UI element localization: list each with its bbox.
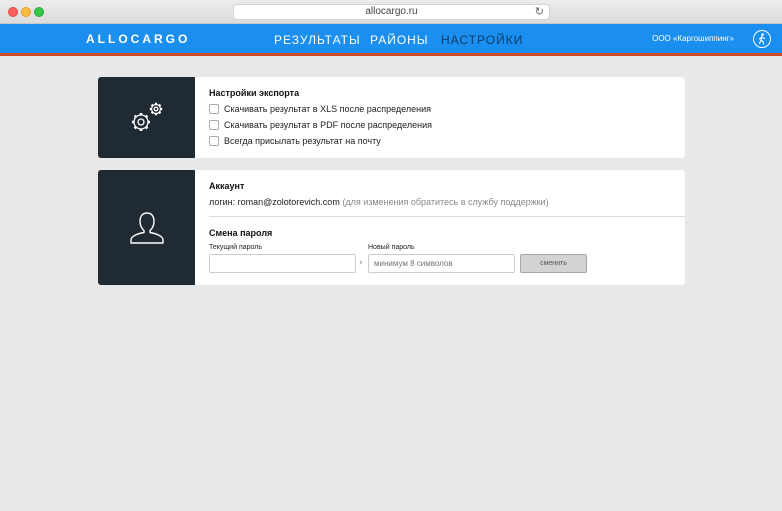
address-bar-url: allocargo.ru xyxy=(365,6,418,17)
current-password-label: Текущий пароль xyxy=(209,244,262,251)
top-navigation: ALLOCARGO РЕЗУЛЬТАТЫ РАЙОНЫ НАСТРОЙКИ ОО… xyxy=(0,24,782,56)
account-title: Аккаунт xyxy=(209,181,245,191)
option-pdf-checkbox[interactable] xyxy=(209,120,219,130)
section-divider xyxy=(209,216,685,217)
account-card: Аккаунт логин: roman@zolotorevich.com (д… xyxy=(98,170,685,285)
reload-icon[interactable]: ↻ xyxy=(535,5,544,18)
option-xls-label: Скачивать результат в XLS после распреде… xyxy=(224,104,431,114)
minimize-window-button[interactable] xyxy=(21,7,31,17)
company-name[interactable]: ООО «Каргошиппинг» xyxy=(652,34,734,43)
change-password-button[interactable]: сменить xyxy=(520,254,587,273)
export-settings-icon-panel xyxy=(98,77,195,158)
option-email-checkbox[interactable] xyxy=(209,136,219,146)
nav-item-settings[interactable]: НАСТРОЙКИ xyxy=(441,33,523,47)
export-settings-card: Настройки экспорта Скачивать результат в… xyxy=(98,77,685,158)
browser-toolbar: allocargo.ru ↻ xyxy=(0,0,782,24)
login-value: roman@zolotorevich.com xyxy=(237,197,340,207)
nav-item-results[interactable]: РЕЗУЛЬТАТЫ xyxy=(274,33,361,47)
login-note: (для изменения обратитесь в службу подде… xyxy=(339,197,549,207)
user-icon xyxy=(129,211,164,244)
app-logo[interactable]: ALLOCARGO xyxy=(86,32,190,46)
account-content: Аккаунт логин: roman@zolotorevich.com (д… xyxy=(209,170,685,285)
new-password-label: Новый пароль xyxy=(368,244,415,251)
logout-walking-person-icon[interactable] xyxy=(753,30,771,48)
option-pdf-label: Скачивать результат в PDF после распреде… xyxy=(224,120,432,130)
login-prefix: логин: xyxy=(209,197,238,207)
change-password-title: Смена пароля xyxy=(209,228,273,238)
option-pdf[interactable]: Скачивать результат в PDF после распреде… xyxy=(209,117,432,133)
option-email-label: Всегда присылать результат на почту xyxy=(224,136,381,146)
address-bar[interactable]: allocargo.ru ↻ xyxy=(233,4,550,20)
close-window-button[interactable] xyxy=(8,7,18,17)
option-xls[interactable]: Скачивать результат в XLS после распреде… xyxy=(209,101,432,117)
option-xls-checkbox[interactable] xyxy=(209,104,219,114)
nav-item-districts[interactable]: РАЙОНЫ xyxy=(370,33,428,47)
new-password-input[interactable] xyxy=(368,254,515,273)
login-info: логин: roman@zolotorevich.com (для измен… xyxy=(209,197,549,207)
option-email[interactable]: Всегда присылать результат на почту xyxy=(209,133,432,149)
account-icon-panel xyxy=(98,170,195,285)
export-settings-title: Настройки экспорта xyxy=(209,88,300,98)
zoom-window-button[interactable] xyxy=(34,7,44,17)
export-options-list: Скачивать результат в XLS после распреде… xyxy=(209,101,432,149)
current-password-input[interactable] xyxy=(209,254,356,273)
export-settings-content: Настройки экспорта Скачивать результат в… xyxy=(209,77,685,158)
chevron-right-icon: › xyxy=(359,257,363,268)
gears-icon xyxy=(131,102,162,131)
